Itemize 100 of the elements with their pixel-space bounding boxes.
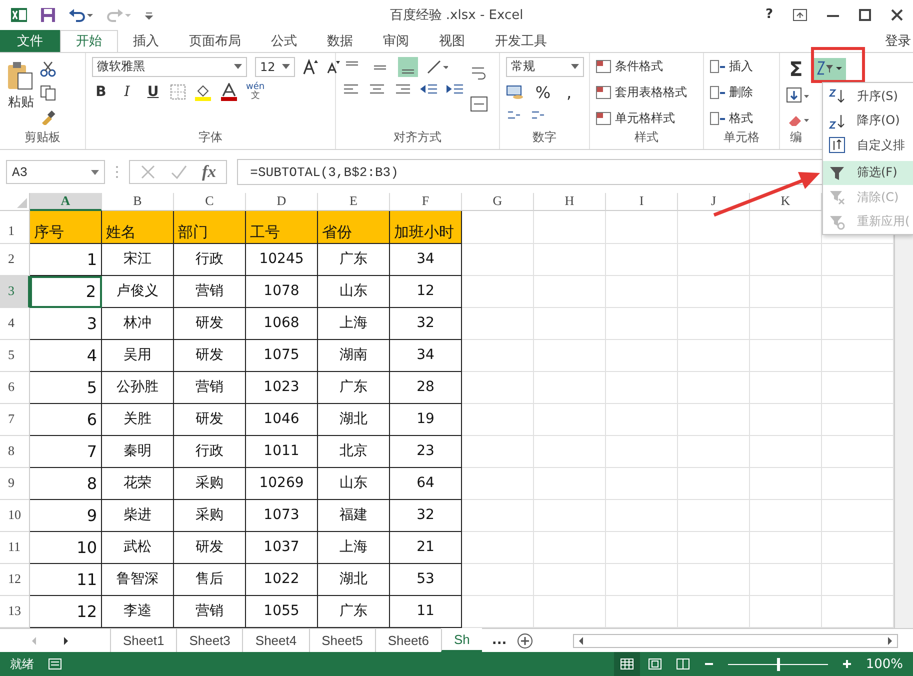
caret-icon[interactable] xyxy=(91,170,99,175)
cells-menu-button[interactable]: 删除 xyxy=(710,82,753,103)
empty-cell[interactable] xyxy=(462,308,534,340)
macro-record-icon[interactable] xyxy=(48,658,62,670)
empty-cell[interactable] xyxy=(606,372,678,404)
column-header[interactable]: A xyxy=(30,192,102,211)
drag-handle-icon[interactable] xyxy=(115,165,119,180)
shrink-font-icon[interactable] xyxy=(327,60,341,74)
empty-cell[interactable] xyxy=(534,210,606,244)
empty-cell[interactable] xyxy=(534,404,606,436)
borders-icon[interactable] xyxy=(170,84,186,100)
empty-cell[interactable] xyxy=(534,532,606,564)
empty-cell[interactable] xyxy=(606,308,678,340)
ribbon-tab[interactable]: 审阅 xyxy=(368,30,424,52)
scroll-right-icon[interactable] xyxy=(886,636,894,646)
underline-button[interactable]: U xyxy=(144,84,162,100)
ribbon-tab[interactable]: 文件 xyxy=(0,30,60,52)
styles-menu-button[interactable]: 单元格样式 xyxy=(596,108,687,129)
empty-cell[interactable] xyxy=(606,404,678,436)
scissors-icon[interactable] xyxy=(40,60,56,77)
empty-cell[interactable] xyxy=(462,372,534,404)
column-header[interactable]: G xyxy=(462,192,534,211)
styles-menu-button[interactable]: 条件格式 xyxy=(596,56,687,77)
comma-button[interactable]: , xyxy=(560,82,578,102)
empty-cell[interactable] xyxy=(534,468,606,500)
empty-cell[interactable] xyxy=(462,276,534,308)
empty-cell[interactable] xyxy=(534,276,606,308)
empty-cell[interactable] xyxy=(606,210,678,244)
empty-cell[interactable] xyxy=(534,436,606,468)
empty-cell[interactable] xyxy=(678,244,750,276)
empty-cell[interactable] xyxy=(462,340,534,372)
insert-function-button[interactable]: fx xyxy=(202,162,216,182)
empty-cell[interactable] xyxy=(750,468,822,500)
empty-cell[interactable] xyxy=(678,404,750,436)
caret-icon[interactable] xyxy=(282,64,290,70)
align-icon[interactable] xyxy=(398,56,418,77)
grow-font-icon[interactable] xyxy=(303,58,319,75)
empty-cell[interactable] xyxy=(678,276,750,308)
previous-sheet-icon[interactable] xyxy=(30,636,38,646)
horizontal-scrollbar[interactable] xyxy=(572,634,898,648)
row-header[interactable]: 10 xyxy=(0,500,30,532)
zoom-level-text[interactable]: 100% xyxy=(866,656,903,672)
save-icon[interactable] xyxy=(40,6,56,23)
empty-cell[interactable] xyxy=(462,532,534,564)
autosum-button[interactable]: Σ xyxy=(786,56,806,81)
zoom-in-icon[interactable] xyxy=(842,659,852,670)
row-header[interactable]: 4 xyxy=(0,308,30,340)
row-header[interactable]: 7 xyxy=(0,404,30,436)
caret-icon[interactable] xyxy=(234,64,242,70)
font-size-field[interactable]: 12 xyxy=(255,56,295,77)
empty-cell[interactable] xyxy=(606,468,678,500)
empty-cell[interactable] xyxy=(678,564,750,596)
sort-filter-button[interactable] xyxy=(814,58,846,80)
paste-button[interactable]: 粘贴 xyxy=(6,56,36,113)
row-header[interactable]: 3 xyxy=(0,276,30,308)
menu-item[interactable]: 自定义排 xyxy=(823,133,913,158)
row-header[interactable]: 6 xyxy=(0,372,30,404)
empty-cell[interactable] xyxy=(678,468,750,500)
empty-cell[interactable] xyxy=(678,532,750,564)
empty-cell[interactable] xyxy=(534,372,606,404)
empty-cell[interactable] xyxy=(750,340,822,372)
format-painter-icon[interactable] xyxy=(40,108,56,125)
font-name-field[interactable]: 微软雅黑 xyxy=(92,56,247,77)
ribbon-tab[interactable]: 开始 xyxy=(60,30,118,53)
empty-cell[interactable] xyxy=(750,532,822,564)
empty-cell[interactable] xyxy=(750,404,822,436)
copy-icon[interactable] xyxy=(40,84,56,101)
empty-cell[interactable] xyxy=(462,244,534,276)
empty-cell[interactable] xyxy=(750,276,822,308)
cells-menu-button[interactable]: 插入 xyxy=(710,56,753,77)
sheet-tab[interactable]: Sh xyxy=(441,629,482,652)
name-box[interactable]: A3 xyxy=(6,160,105,184)
column-header[interactable]: J xyxy=(678,192,750,211)
orientation-icon[interactable] xyxy=(426,58,448,75)
empty-cell[interactable] xyxy=(678,210,750,244)
close-icon[interactable] xyxy=(891,8,903,21)
empty-cell[interactable] xyxy=(606,500,678,532)
italic-button[interactable]: I xyxy=(118,84,136,100)
select-all-icon[interactable] xyxy=(17,198,27,208)
empty-cell[interactable] xyxy=(534,308,606,340)
empty-cell[interactable] xyxy=(678,308,750,340)
empty-cell[interactable] xyxy=(606,532,678,564)
empty-cell[interactable] xyxy=(534,596,606,628)
empty-cell[interactable] xyxy=(750,244,822,276)
empty-cell[interactable] xyxy=(750,436,822,468)
empty-cell[interactable] xyxy=(606,276,678,308)
empty-cell[interactable] xyxy=(750,596,822,628)
more-sheets-button[interactable]: ... xyxy=(492,633,507,648)
ribbon-tab[interactable]: 数据 xyxy=(312,30,368,52)
empty-cell[interactable] xyxy=(606,436,678,468)
empty-cell[interactable] xyxy=(462,436,534,468)
fill-color-icon[interactable] xyxy=(194,82,212,101)
empty-cell[interactable] xyxy=(750,372,822,404)
empty-cell[interactable] xyxy=(462,564,534,596)
empty-cell[interactable] xyxy=(534,340,606,372)
add-sheet-icon[interactable] xyxy=(516,632,533,649)
empty-cell[interactable] xyxy=(750,308,822,340)
empty-cell[interactable] xyxy=(678,436,750,468)
page-layout-icon[interactable] xyxy=(648,658,662,670)
fill-icon[interactable] xyxy=(786,86,810,105)
